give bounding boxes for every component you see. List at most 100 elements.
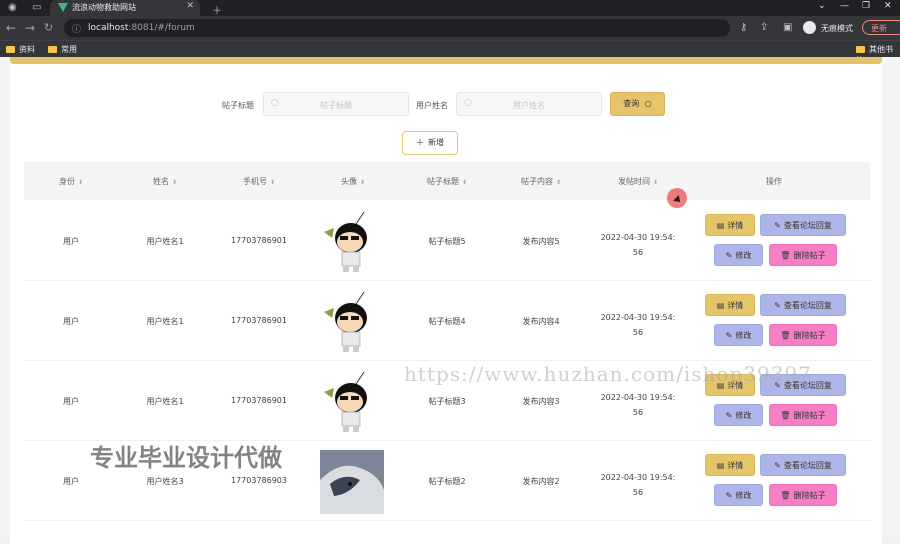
- avatar: [320, 290, 384, 354]
- detail-button[interactable]: ▤ 详情: [705, 294, 755, 316]
- title-filter-label: 帖子标题: [222, 101, 254, 110]
- view-reply-button[interactable]: ✎ 查看论坛回复: [760, 454, 846, 476]
- close-window-icon[interactable]: ✕: [884, 1, 892, 11]
- sort-icon: ⬍: [359, 179, 366, 186]
- minimize-icon[interactable]: —: [840, 1, 849, 11]
- detail-button[interactable]: ▤ 详情: [705, 214, 755, 236]
- plus-icon: ＋: [416, 138, 424, 147]
- browser-tab[interactable]: 流浪动物救助网站 ✕: [50, 0, 200, 16]
- browser-tab-bar: ◉ ▭ 流浪动物救助网站 ✕ ＋ ⌄ — ❐ ✕: [0, 0, 900, 17]
- header-role[interactable]: 身份 ⬍: [24, 176, 118, 187]
- cell-content: 发布内容4: [522, 317, 560, 326]
- title-search-input[interactable]: ○ 帖子标题: [263, 92, 409, 116]
- tab-title: 流浪动物救助网站: [72, 3, 136, 12]
- delete-button[interactable]: 🗑 删除帖子: [769, 244, 837, 266]
- cell-title: 帖子标题3: [428, 397, 466, 406]
- new-tab-icon[interactable]: ＋: [212, 2, 222, 17]
- cell-name: 用户姓名1: [146, 237, 184, 246]
- header-time[interactable]: 发帖时间 ⬍: [588, 176, 688, 187]
- edit-icon: ✎: [725, 491, 733, 500]
- folder-icon: [48, 46, 57, 53]
- delete-button[interactable]: 🗑 删除帖子: [769, 404, 837, 426]
- incognito-avatar[interactable]: [803, 21, 816, 34]
- sidebar-icon[interactable]: ▣: [783, 22, 792, 33]
- search-icon: ○: [644, 99, 652, 108]
- add-label: 新增: [428, 138, 444, 147]
- avatar: [320, 450, 384, 514]
- cell-content: 发布内容2: [522, 477, 560, 486]
- sort-icon: ⬍: [461, 179, 468, 186]
- edit-button[interactable]: ✎ 修改: [714, 244, 763, 266]
- slogan-watermark: 专业毕业设计代做: [90, 444, 282, 472]
- table-row: 用户 用户姓名1 17703786901 帖子标题5 发布内容5 2022-04-30 1…: [24, 200, 870, 281]
- close-tab-icon[interactable]: ✕: [186, 1, 194, 11]
- url-path: :8081/#/forum: [128, 23, 195, 33]
- tab-list-icon[interactable]: ▭: [32, 2, 41, 13]
- back-icon[interactable]: ←: [6, 21, 16, 35]
- update-button[interactable]: 更新: [862, 20, 900, 35]
- url-watermark: https://www.huzhan.com/ishop39397: [404, 362, 812, 386]
- title-search-placeholder: 帖子标题: [320, 101, 352, 110]
- cell-content: 发布内容5: [522, 237, 560, 246]
- cell-name: 用户姓名1: [146, 397, 184, 406]
- chevron-down-icon[interactable]: ⌄: [818, 1, 826, 11]
- document-icon: ▤: [716, 221, 725, 230]
- edit-icon: ✎: [774, 461, 781, 470]
- forward-icon[interactable]: →: [25, 21, 35, 35]
- header-strip: [10, 57, 882, 64]
- cell-name: 用户姓名1: [146, 317, 184, 326]
- cell-role: 用户: [63, 397, 79, 406]
- header-name[interactable]: 姓名 ⬍: [118, 176, 212, 187]
- key-icon[interactable]: ⚷: [740, 22, 747, 33]
- cell-role: 用户: [63, 477, 79, 486]
- profile-label: 无痕模式: [821, 24, 853, 33]
- bookmark-folder[interactable]: 常用: [48, 44, 77, 55]
- share-icon[interactable]: ⇪: [760, 22, 768, 33]
- reload-icon[interactable]: ↻: [44, 21, 53, 34]
- trash-icon: 🗑: [780, 251, 791, 260]
- cell-content: 发布内容3: [522, 397, 560, 406]
- url-host: localhost: [88, 23, 129, 33]
- sort-icon: ⬍: [269, 179, 276, 186]
- user-search-input[interactable]: ○ 用户姓名: [456, 92, 602, 116]
- sort-icon: ⬍: [555, 179, 562, 186]
- cell-time: 2022-04-30 19:54: 56: [600, 233, 676, 257]
- table-row: 用户 用户姓名1 17703786901 帖子标题4 发布内容4 2022-04-30 1…: [24, 280, 870, 361]
- cursor-highlight: [667, 188, 687, 208]
- restore-icon[interactable]: ❐: [862, 1, 870, 11]
- bookmark-folder[interactable]: 资料: [6, 44, 35, 55]
- detail-button[interactable]: ▤ 详情: [705, 454, 755, 476]
- document-icon: ▤: [716, 461, 725, 470]
- cell-title: 帖子标题2: [428, 477, 466, 486]
- add-button[interactable]: ＋ 新增: [402, 131, 458, 155]
- url-field[interactable]: ⓘ localhost:8081/#/forum: [64, 19, 730, 37]
- header-phone[interactable]: 手机号 ⬍: [212, 176, 306, 187]
- edit-button[interactable]: ✎ 修改: [714, 484, 763, 506]
- delete-button[interactable]: 🗑 删除帖子: [769, 484, 837, 506]
- cell-title: 帖子标题5: [428, 237, 466, 246]
- browser-menu-icon[interactable]: ◉: [8, 2, 17, 13]
- delete-button[interactable]: 🗑 删除帖子: [769, 324, 837, 346]
- view-reply-button[interactable]: ✎ 查看论坛回复: [760, 294, 846, 316]
- address-bar-row: ← → ↻ ⓘ localhost:8081/#/forum ⚷ ⇪ ▣ 无痕模…: [0, 16, 900, 40]
- edit-button[interactable]: ✎ 修改: [714, 404, 763, 426]
- edit-button[interactable]: ✎ 修改: [714, 324, 763, 346]
- query-button[interactable]: 查询 ○: [610, 92, 665, 116]
- folder-icon: [856, 46, 865, 53]
- edit-icon: ✎: [774, 301, 781, 310]
- edit-icon: ✎: [725, 411, 733, 420]
- folder-icon: [6, 46, 15, 53]
- edit-icon: ✎: [774, 221, 781, 230]
- query-label: 查询: [623, 99, 640, 108]
- header-content[interactable]: 帖子内容 ⬍: [494, 176, 588, 187]
- avatar: [320, 210, 384, 274]
- cell-phone: 17703786903: [231, 476, 287, 485]
- cell-phone: 17703786901: [231, 236, 287, 245]
- header-avatar[interactable]: 头像 ⬍: [306, 176, 400, 187]
- cell-time: 2022-04-30 19:54: 56: [600, 473, 676, 497]
- view-reply-button[interactable]: ✎ 查看论坛回复: [760, 214, 846, 236]
- vue-logo-icon: [58, 3, 68, 12]
- header-title[interactable]: 帖子标题 ⬍: [400, 176, 494, 187]
- edit-icon: ✎: [725, 251, 733, 260]
- sort-icon: ⬍: [652, 179, 659, 186]
